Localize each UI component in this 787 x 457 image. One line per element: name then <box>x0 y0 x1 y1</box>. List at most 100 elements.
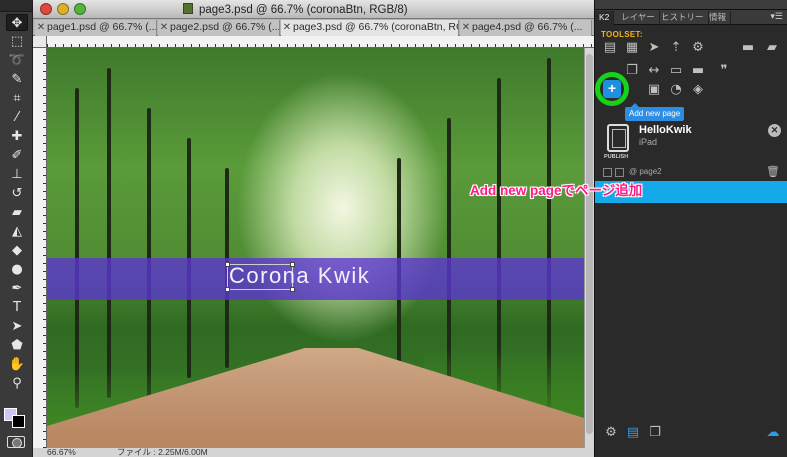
panel-footer: ⚙ ▤ ❐ ☁ <box>595 418 787 448</box>
vertical-ruler[interactable] <box>33 48 47 448</box>
tab-history[interactable]: ヒストリー <box>657 11 709 25</box>
eyedropper-tool-icon[interactable]: ⁄ <box>6 109 28 126</box>
panel-menu-icon[interactable]: ▾☰ <box>770 11 783 22</box>
document-canvas[interactable]: Corona Kwik <box>47 48 584 448</box>
tab-page1[interactable]: ✕ page1.psd @ 66.7% (... <box>35 20 157 36</box>
rocket-icon[interactable]: ⇡ <box>668 40 684 56</box>
quick-select-tool-icon[interactable]: ✎ <box>6 71 28 88</box>
k2-panel: K2 レイヤー ヒストリー 情報 ▾☰ TOOLSET: ▤ ▦ ➤ ⇡ ⚙ ▬… <box>594 0 787 457</box>
window-titlebar[interactable]: page3.psd @ 66.7% (coronaBtn, RGB/8) <box>33 0 594 19</box>
document-tabs: ✕ page1.psd @ 66.7% (... ✕ page2.psd @ 66.… <box>33 19 594 36</box>
pen-tool-icon[interactable]: ✒ <box>6 280 28 297</box>
lasso-tool-icon[interactable]: ➰ <box>6 52 28 69</box>
history-brush-tool-icon[interactable]: ↺ <box>6 185 28 202</box>
tab-label: page4.psd @ 66.7% (... <box>472 21 583 33</box>
close-project-icon[interactable]: ✕ <box>768 124 781 137</box>
brush-tool-icon[interactable]: ✐ <box>6 147 28 164</box>
timer-icon[interactable]: ◔ <box>668 82 684 98</box>
tab-page4[interactable]: ✕ page4.psd @ 66.7% (... <box>460 20 592 36</box>
path-select-tool-icon[interactable]: ➤ <box>6 318 28 335</box>
quick-mask-icon[interactable] <box>7 436 25 448</box>
page-label: @ page2 <box>629 167 662 176</box>
shape-tool-icon[interactable]: ⬟ <box>6 337 28 354</box>
project-item[interactable]: PUBLISH HelloKwik iPad ✕ <box>595 122 787 164</box>
panel-grip[interactable] <box>595 0 787 10</box>
blur-tool-icon[interactable]: ◆ <box>6 242 28 259</box>
publish-label[interactable]: PUBLISH <box>604 154 628 160</box>
tab-label: page1.psd @ 66.7% (... <box>47 21 157 33</box>
scrollbar-thumb[interactable] <box>586 54 593 434</box>
zoom-tool-icon[interactable]: ⚲ <box>6 375 28 392</box>
page-list-icon[interactable]: ▤ <box>602 40 618 56</box>
tab-page3[interactable]: ✕page3.psd @ 66.7% (coronaBtn, RGB/8) <box>281 20 459 36</box>
document-window: page3.psd @ 66.7% (coronaBtn, RGB/8) ✕ pa… <box>33 0 594 457</box>
move-tool-icon[interactable]: ✥ <box>6 14 28 31</box>
tree-trunk <box>75 88 79 408</box>
terminal-icon[interactable]: ▭ <box>668 63 684 79</box>
folder-icon[interactable]: ▰ <box>764 40 780 56</box>
corona-button-text[interactable]: Corona Kwik <box>229 263 370 289</box>
clone-stamp-tool-icon[interactable]: ⊥ <box>6 166 28 183</box>
type-tool-icon[interactable]: T <box>6 299 28 316</box>
minimize-window-button[interactable] <box>57 3 69 15</box>
card-icon[interactable]: ▬ <box>690 63 706 79</box>
background-color-swatch[interactable] <box>12 415 25 428</box>
tab-label: page3.psd @ 66.7% (coronaBtn, RGB/8) <box>293 21 458 33</box>
healing-brush-tool-icon[interactable]: ✚ <box>6 128 28 145</box>
film-icon[interactable]: ▣ <box>646 82 662 98</box>
ipad-icon <box>607 124 629 152</box>
tab-label: page2.psd @ 66.7% (... <box>170 21 280 33</box>
project-device: iPad <box>639 137 658 147</box>
horizontal-ruler[interactable] <box>47 36 594 48</box>
grid-icon[interactable]: ▦ <box>624 40 640 56</box>
close-window-button[interactable] <box>40 3 52 15</box>
toolset-label: TOOLSET: <box>601 30 643 39</box>
eraser-tool-icon[interactable]: ▰ <box>6 204 28 221</box>
close-tab-icon[interactable]: ✕ <box>460 20 472 35</box>
pages-toolbar: @ page2 🗑 <box>595 166 787 180</box>
ruler-origin[interactable] <box>33 36 47 48</box>
cloud-upload-icon[interactable]: ☁ <box>765 425 781 441</box>
chat-bubbles-icon[interactable]: ❞ <box>716 63 732 79</box>
settings-gear-icon[interactable]: ⚙ <box>603 425 619 441</box>
zoom-window-button[interactable] <box>74 3 86 15</box>
status-bar: 66.67% ファイル : 2.25M/6.00M <box>33 448 594 457</box>
page-thumbnail-icon[interactable] <box>603 168 612 177</box>
marquee-tool-icon[interactable]: ⬚ <box>6 33 28 50</box>
copy-page-icon[interactable]: ❐ <box>624 63 640 79</box>
add-new-page-tooltip: Add new page <box>625 103 685 121</box>
tab-info[interactable]: 情報 <box>705 11 732 25</box>
database-icon[interactable]: ▤ <box>625 425 641 441</box>
window-title-text: page3.psd @ 66.7% (coronaBtn, RGB/8) <box>199 4 408 16</box>
tab-page2[interactable]: ✕ page2.psd @ 66.7% (... <box>158 20 280 36</box>
dodge-tool-icon[interactable]: ● <box>6 261 28 278</box>
folder-settings-icon[interactable]: ▬ <box>740 40 756 56</box>
tab-k2[interactable]: K2 <box>595 11 615 25</box>
window-title: page3.psd @ 66.7% (coronaBtn, RGB/8) <box>183 3 493 16</box>
code-arrows-icon[interactable]: ↔ <box>646 63 662 79</box>
hand-tool-icon[interactable]: ✋ <box>6 356 28 373</box>
layers-stack-icon[interactable]: ◈ <box>690 82 706 98</box>
zoom-level[interactable]: 66.67% <box>47 448 76 457</box>
crop-tool-icon[interactable]: ⌗ <box>6 90 28 107</box>
close-tab-icon[interactable]: ✕ <box>158 20 170 35</box>
vertical-scrollbar[interactable] <box>584 48 594 448</box>
pointer-icon[interactable]: ➤ <box>646 40 662 56</box>
duplicate-icon[interactable]: ❐ <box>647 425 663 441</box>
panel-tabs: K2 レイヤー ヒストリー 情報 ▾☰ <box>595 10 787 25</box>
add-new-page-button[interactable]: + <box>603 80 621 98</box>
tree-trunk <box>147 108 151 398</box>
trash-icon[interactable]: 🗑 <box>766 166 780 178</box>
tools-palette: ✥ ⬚ ➰ ✎ ⌗ ⁄ ✚ ✐ ⊥ ↺ ▰ ◭ ◆ ● ✒ T ➤ ⬟ ✋ ⚲ <box>0 0 33 457</box>
psd-file-icon <box>183 3 193 14</box>
tab-layers[interactable]: レイヤー <box>617 11 660 25</box>
settings-gear-icon[interactable]: ⚙ <box>690 40 706 56</box>
color-swatches[interactable] <box>4 402 30 432</box>
file-size-info: ファイル : 2.25M/6.00M <box>117 447 208 457</box>
close-tab-icon[interactable]: ✕ <box>35 20 47 35</box>
close-tab-icon[interactable]: ✕ <box>281 20 293 35</box>
project-name: HelloKwik <box>639 124 692 136</box>
gradient-tool-icon[interactable]: ◭ <box>6 223 28 240</box>
palette-grip[interactable] <box>0 0 32 12</box>
page-list-view-icon[interactable] <box>615 168 624 177</box>
